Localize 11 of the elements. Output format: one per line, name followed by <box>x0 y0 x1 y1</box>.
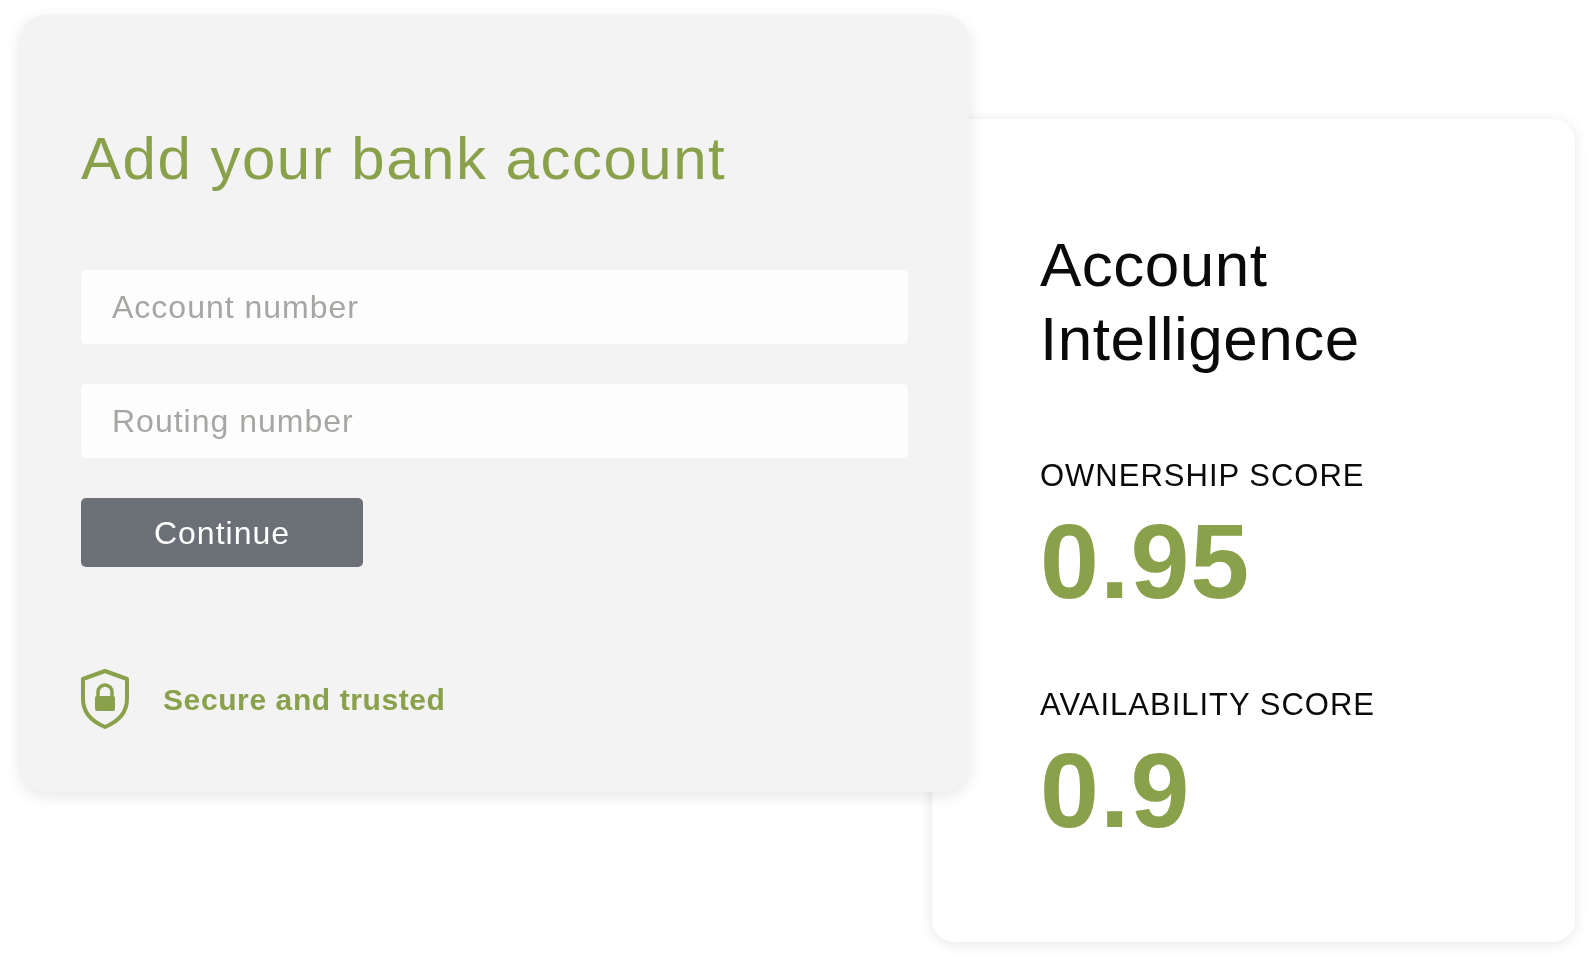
score-value: 0.9 <box>1040 735 1191 845</box>
score-label: OWNERSHIP SCORE <box>1040 458 1365 494</box>
continue-button[interactable]: Continue <box>81 498 363 567</box>
input-field[interactable]: Routing number <box>81 384 908 458</box>
input-field[interactable]: Account number <box>81 270 908 344</box>
trust-text: Secure and trusted <box>163 681 446 718</box>
shield-lock-icon <box>81 669 129 729</box>
form-title: Add your bank account <box>81 124 727 194</box>
score-label: AVAILABILITY SCORE <box>1040 687 1375 723</box>
score-value: 0.95 <box>1040 506 1251 616</box>
card-title: Account Intelligence <box>1040 229 1361 375</box>
